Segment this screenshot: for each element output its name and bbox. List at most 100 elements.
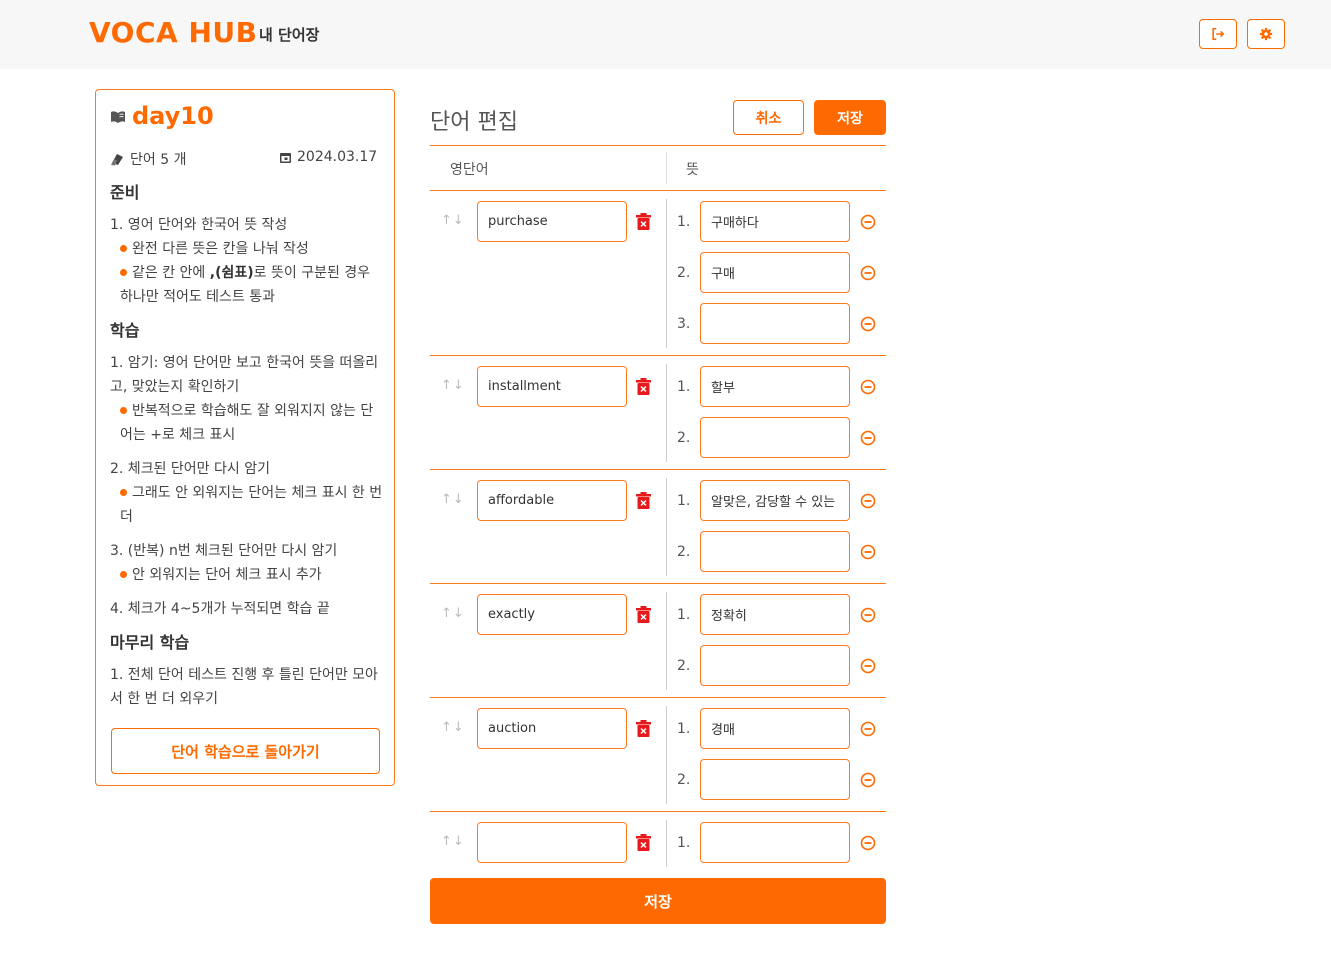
remove-meaning-icon[interactable] xyxy=(860,721,876,737)
word-input[interactable] xyxy=(477,201,627,242)
guide-study-2a: 그래도 안 외워지는 단어는 체크 표시 한 번 더 xyxy=(120,485,383,525)
remove-meaning-icon[interactable] xyxy=(860,658,876,674)
meaning-input[interactable] xyxy=(700,201,850,242)
meaning-input[interactable] xyxy=(700,645,850,686)
cards-icon xyxy=(111,153,123,165)
word-input[interactable] xyxy=(477,480,627,521)
row-bottom-border xyxy=(430,469,886,470)
reorder-arrows-icon[interactable]: ↑↓ xyxy=(441,213,465,228)
meaning-number: 2. xyxy=(677,772,691,788)
word-input[interactable] xyxy=(477,708,627,749)
row-bottom-border xyxy=(430,355,886,356)
gear-icon xyxy=(1259,27,1273,41)
remove-meaning-icon[interactable] xyxy=(860,493,876,509)
remove-meaning-icon[interactable] xyxy=(860,835,876,851)
row-bottom-border xyxy=(430,811,886,812)
trash-icon[interactable] xyxy=(636,492,651,509)
cancel-button[interactable]: 취소 xyxy=(733,100,804,135)
word-count-text: 단어 5 개 xyxy=(130,152,187,168)
meaning-number: 1. xyxy=(677,379,691,395)
row-bottom-border xyxy=(430,697,886,698)
column-header-divider xyxy=(666,152,667,184)
guide-study-4: 4. 체크가 4~5개가 누적되면 학습 끝 xyxy=(110,601,330,617)
row-divider xyxy=(666,592,667,690)
book-icon xyxy=(111,110,125,123)
wordbook-title: day10 xyxy=(110,102,214,130)
meaning-number: 1. xyxy=(677,721,691,737)
word-input[interactable] xyxy=(477,594,627,635)
row-bottom-border xyxy=(430,583,886,584)
guide-prep-1: 1. 영어 단어와 한국어 뜻 작성 xyxy=(110,217,288,233)
row-divider xyxy=(666,820,667,867)
meaning-input[interactable] xyxy=(700,366,850,407)
guide-study-1: 1. 암기: 영어 단어만 보고 한국어 뜻을 떠올리고, 맞았는지 확인하기 xyxy=(110,355,379,395)
row-divider xyxy=(666,706,667,804)
remove-meaning-icon[interactable] xyxy=(860,379,876,395)
trash-icon[interactable] xyxy=(636,834,651,851)
reorder-arrows-icon[interactable]: ↑↓ xyxy=(441,606,465,621)
remove-meaning-icon[interactable] xyxy=(860,214,876,230)
guide-prep-1a: 완전 다른 뜻은 칸을 나눠 작성 xyxy=(110,237,384,261)
meaning-number: 1. xyxy=(677,493,691,509)
row-divider xyxy=(666,364,667,462)
meaning-number: 2. xyxy=(677,544,691,560)
guide-study-title: 학습 xyxy=(110,321,140,340)
trash-icon[interactable] xyxy=(636,606,651,623)
created-date-text: 2024.03.17 xyxy=(297,149,378,165)
back-to-study-button[interactable]: 단어 학습으로 돌아가기 xyxy=(111,728,380,774)
meaning-number: 1. xyxy=(677,214,691,230)
word-input[interactable] xyxy=(477,366,627,407)
calendar-icon xyxy=(280,152,291,163)
meaning-number: 1. xyxy=(677,607,691,623)
save-button-top[interactable]: 저장 xyxy=(814,100,886,135)
top-navbar: VOCA HUB 내 단어장 xyxy=(0,0,1331,69)
reorder-arrows-icon[interactable]: ↑↓ xyxy=(441,378,465,393)
meaning-number: 2. xyxy=(677,430,691,446)
logo[interactable]: VOCA HUB xyxy=(89,16,257,49)
meaning-number: 3. xyxy=(677,316,691,332)
wordbook-info-card: day10 단어 5 개 2024.03.17 준비 1. 영어 단어와 한국어… xyxy=(95,89,395,786)
column-header-meaning: 뜻 xyxy=(686,162,699,178)
guide-finish-title: 마무리 학습 xyxy=(110,633,190,652)
remove-meaning-icon[interactable] xyxy=(860,544,876,560)
guide-prep-1b: 같은 칸 안에 ,(쉼표)로 뜻이 구분된 경우 하나만 적어도 테스트 통과 xyxy=(120,265,371,305)
remove-meaning-icon[interactable] xyxy=(860,607,876,623)
settings-button[interactable] xyxy=(1247,19,1285,49)
reorder-arrows-icon[interactable]: ↑↓ xyxy=(441,720,465,735)
remove-meaning-icon[interactable] xyxy=(860,772,876,788)
word-input[interactable] xyxy=(477,822,627,863)
remove-meaning-icon[interactable] xyxy=(860,430,876,446)
trash-icon[interactable] xyxy=(636,213,651,230)
guide-study-2: 2. 체크된 단어만 다시 암기 xyxy=(110,461,270,477)
meaning-input[interactable] xyxy=(700,480,850,521)
guide-finish-1: 1. 전체 단어 테스트 진행 후 틀린 단어만 모아서 한 번 더 외우기 xyxy=(110,667,378,707)
meaning-input[interactable] xyxy=(700,594,850,635)
meaning-number: 2. xyxy=(677,265,691,281)
meaning-input[interactable] xyxy=(700,252,850,293)
created-date: 2024.03.17 xyxy=(279,149,377,165)
remove-meaning-icon[interactable] xyxy=(860,265,876,281)
meaning-input[interactable] xyxy=(700,759,850,800)
table-top-border xyxy=(430,145,886,146)
meaning-input[interactable] xyxy=(700,708,850,749)
trash-icon[interactable] xyxy=(636,720,651,737)
meaning-input[interactable] xyxy=(700,303,850,344)
nav-my-wordbook[interactable]: 내 단어장 xyxy=(259,24,319,45)
editor-title: 단어 편집 xyxy=(430,110,518,135)
guide-study-1a: 반복적으로 학습해도 잘 외워지지 않는 단어는 +로 체크 표시 xyxy=(120,403,374,443)
meaning-input[interactable] xyxy=(700,417,850,458)
trash-icon[interactable] xyxy=(636,378,651,395)
guide-prep-title: 준비 xyxy=(110,183,140,202)
remove-meaning-icon[interactable] xyxy=(860,316,876,332)
reorder-arrows-icon[interactable]: ↑↓ xyxy=(441,492,465,507)
logout-button[interactable] xyxy=(1199,19,1237,49)
save-button-bottom[interactable]: 저장 xyxy=(430,878,886,924)
meaning-number: 2. xyxy=(677,658,691,674)
meaning-number: 1. xyxy=(677,835,691,851)
table-header-border xyxy=(430,190,886,191)
meaning-input[interactable] xyxy=(700,822,850,863)
column-header-word: 영단어 xyxy=(450,162,489,178)
reorder-arrows-icon[interactable]: ↑↓ xyxy=(441,834,465,849)
row-divider xyxy=(666,199,667,348)
meaning-input[interactable] xyxy=(700,531,850,572)
